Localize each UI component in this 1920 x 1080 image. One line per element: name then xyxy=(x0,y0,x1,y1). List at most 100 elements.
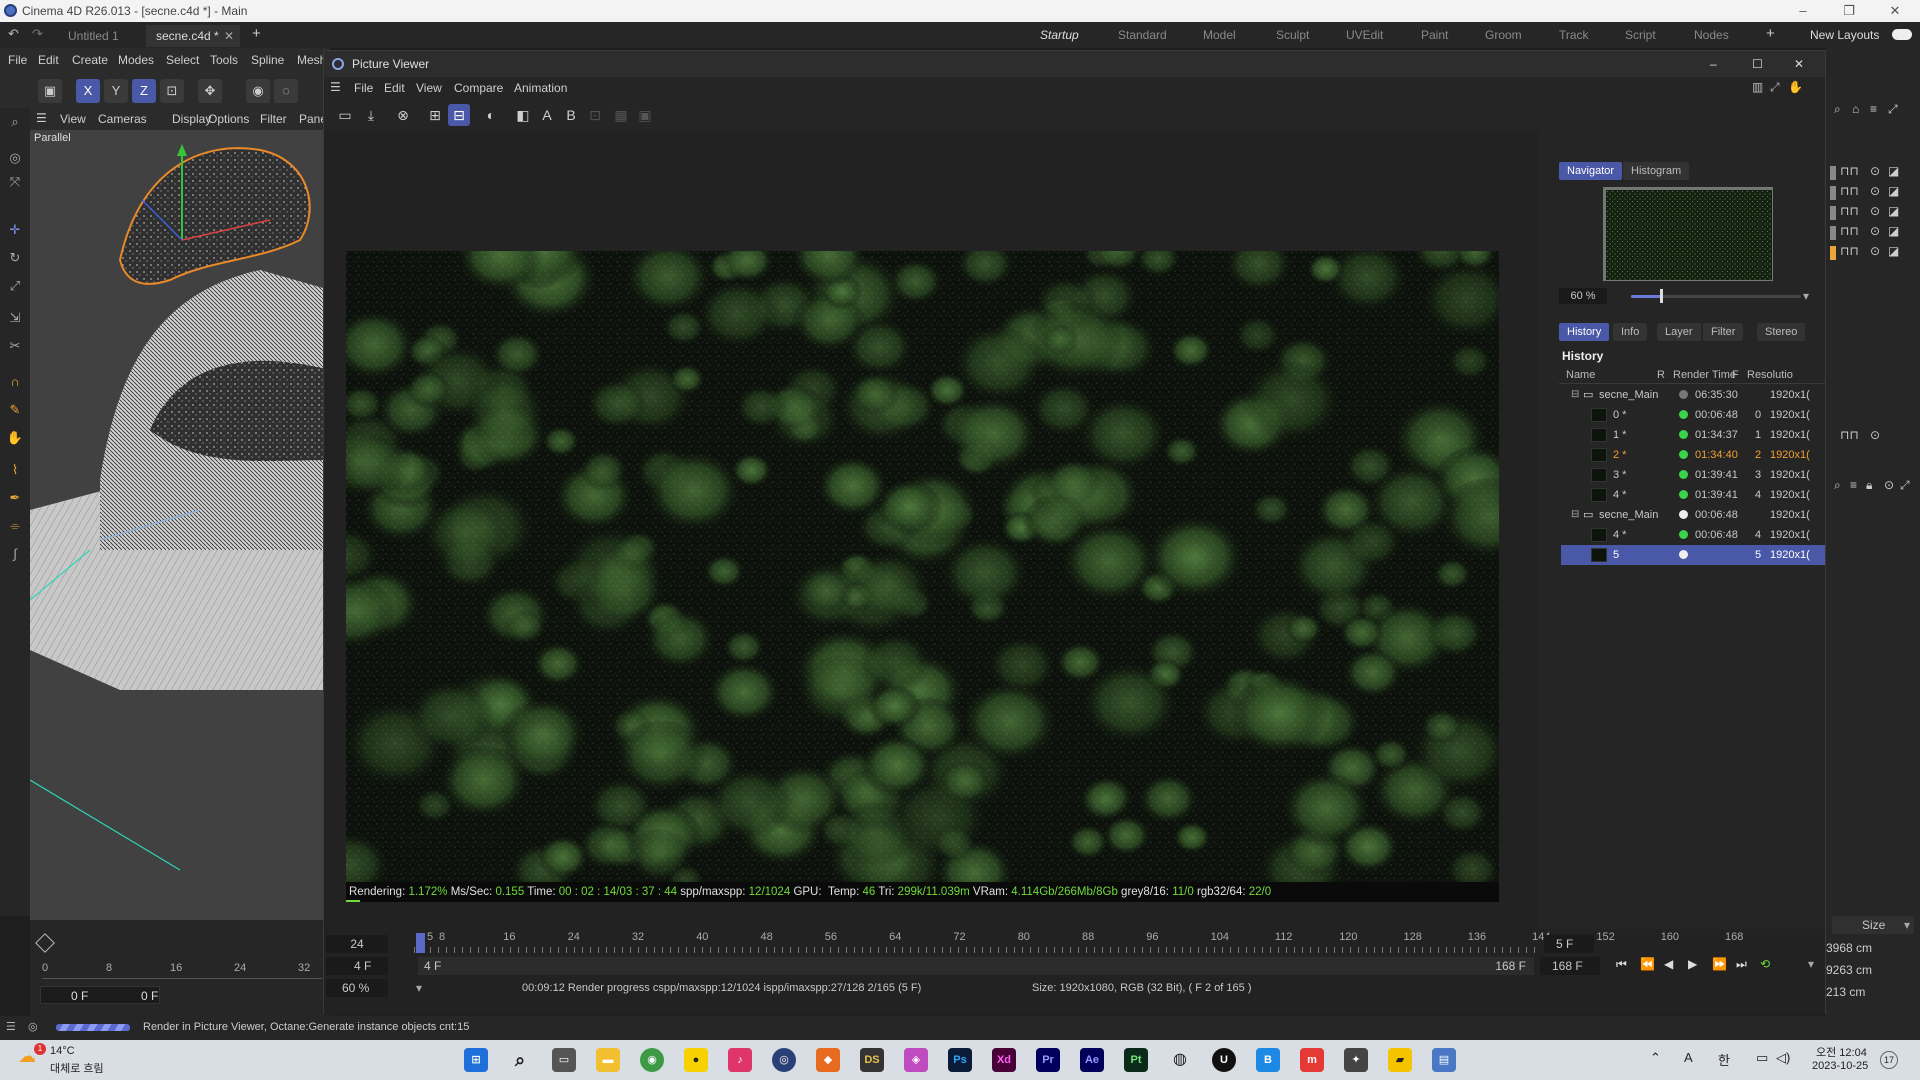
navigator-zoom-field[interactable]: 60 % xyxy=(1559,288,1607,304)
history-row[interactable]: 5 5 1920x1( xyxy=(1561,545,1825,565)
clock-date[interactable]: 2023-10-25 xyxy=(1812,1060,1868,1072)
contrast-icon[interactable]: ◐ xyxy=(480,104,502,126)
viewport-menu-display[interactable]: Display xyxy=(172,108,211,130)
selected-object-outline[interactable] xyxy=(118,147,311,285)
brush-icon[interactable]: ⌇ xyxy=(5,460,25,480)
history-row[interactable]: 2 * 01:34:40 2 1920x1( xyxy=(1561,445,1825,465)
itunes-icon[interactable]: ♪ xyxy=(728,1048,752,1072)
tab-navigator[interactable]: Navigator xyxy=(1559,162,1623,180)
menu-select[interactable]: Select xyxy=(166,48,199,72)
zoom-field[interactable]: 60 % xyxy=(326,979,388,997)
add-layout-icon[interactable]: + xyxy=(1766,25,1775,42)
viewport-menu-cameras[interactable]: Cameras xyxy=(98,108,147,130)
ime-mode-han[interactable]: 한 xyxy=(1718,1050,1730,1069)
coordinate-system-icon[interactable]: ⊡ xyxy=(160,79,184,103)
layout-tab-groom[interactable]: Groom xyxy=(1485,22,1522,48)
unreal-icon[interactable]: U xyxy=(1212,1048,1236,1072)
filter-icon-2[interactable]: ≡ xyxy=(1850,478,1857,492)
new-layouts-button[interactable]: New Layouts xyxy=(1810,22,1879,48)
tab-untitled[interactable]: Untitled 1 xyxy=(58,25,129,47)
y-axis-icon[interactable]: Y xyxy=(104,79,128,103)
layout-tab-track[interactable]: Track xyxy=(1559,22,1589,48)
app-icon[interactable]: ◈ xyxy=(904,1048,928,1072)
image-display-area[interactable]: Rendering: 1.172% Ms/Sec: 0.155 Time: 00… xyxy=(324,131,1539,971)
pv-maximize-icon[interactable]: ☐ xyxy=(1752,51,1763,77)
loop-icon[interactable]: ⟲ xyxy=(1760,957,1770,971)
sculpt-icon[interactable]: ✋ xyxy=(5,428,25,448)
volume-icon[interactable]: ◁) xyxy=(1776,1050,1790,1066)
zoom-dropdown-icon[interactable]: ▾ xyxy=(416,981,422,995)
rotate-icon[interactable]: ↻ xyxy=(5,248,25,268)
steam-icon[interactable]: ◍ xyxy=(1168,1048,1192,1072)
step-forward-icon[interactable]: ⏩ xyxy=(1712,957,1727,971)
visibility-icon[interactable]: ⊓⊓ xyxy=(1840,164,1859,178)
viewport-hamburger-icon[interactable]: ☰ xyxy=(36,111,47,125)
tab-layer[interactable]: Layer xyxy=(1657,323,1701,341)
close-tab-icon[interactable]: ✕ xyxy=(224,25,234,47)
smooth-icon[interactable]: ⌯ xyxy=(5,516,25,536)
move-icon[interactable]: ✛ xyxy=(5,220,25,240)
layout-tab-uvedit[interactable]: UVEdit xyxy=(1346,22,1383,48)
history-column-header[interactable]: F xyxy=(1732,369,1739,381)
render-tag-icon[interactable]: ⊙ xyxy=(1870,204,1880,218)
render-tag-icon[interactable]: ⊙ xyxy=(1870,428,1880,442)
size-y-value[interactable]: 9263 cm xyxy=(1826,963,1872,977)
render-tag-icon[interactable]: ⊙ xyxy=(1870,184,1880,198)
status-menu-icon[interactable]: ☰ xyxy=(6,1020,16,1033)
start-frame-field[interactable]: 4 F xyxy=(326,957,388,975)
history-row[interactable]: 3 * 01:39:41 3 1920x1( xyxy=(1561,465,1825,485)
clock-time[interactable]: 오전 12:04 xyxy=(1816,1044,1867,1060)
pv-menu-view[interactable]: View xyxy=(416,77,442,99)
pv-menu-compare[interactable]: Compare xyxy=(454,77,503,99)
menu-mesh[interactable]: Mesh xyxy=(297,48,326,72)
current-frame-field[interactable]: 0 F xyxy=(141,989,158,1003)
3d-viewport[interactable]: Parallel xyxy=(30,130,330,920)
flag-icon[interactable]: ◪ xyxy=(1888,184,1899,198)
viewport-menu-options[interactable]: Options xyxy=(208,108,249,130)
points-mode-icon[interactable]: ◌ xyxy=(274,79,298,103)
search-icon[interactable]: ⌕ xyxy=(1834,102,1841,117)
layout-tab-nodes[interactable]: Nodes xyxy=(1694,22,1729,48)
chrome-icon[interactable]: ◉ xyxy=(640,1048,664,1072)
paint-icon[interactable]: ✎ xyxy=(5,400,25,420)
viewport-menu-filter[interactable]: Filter xyxy=(260,108,287,130)
knife-icon[interactable]: ✂ xyxy=(5,336,25,356)
magnet-icon[interactable]: ∩ xyxy=(5,372,25,392)
new-window-icon[interactable]: ⤢ xyxy=(1888,102,1898,117)
app-b-icon[interactable]: B xyxy=(1256,1048,1280,1072)
timeline-ruler[interactable] xyxy=(414,947,1540,953)
kakaotalk-icon[interactable]: ● xyxy=(684,1048,708,1072)
tray-chevron-icon[interactable]: ⌃ xyxy=(1650,1050,1661,1066)
filter-icon[interactable]: ≡ xyxy=(1870,102,1877,116)
history-row[interactable]: 4 * 00:06:48 4 1920x1( xyxy=(1561,525,1825,545)
file-explorer-icon[interactable]: ▬ xyxy=(596,1048,620,1072)
layout-toggle[interactable] xyxy=(1892,29,1912,40)
photoshop-icon[interactable]: Ps xyxy=(948,1048,972,1072)
layout-tab-paint[interactable]: Paint xyxy=(1421,22,1448,48)
visibility-icon[interactable]: ⊓⊓ xyxy=(1840,244,1859,258)
notification-badge[interactable]: 17 xyxy=(1880,1051,1898,1069)
expand-icon[interactable]: ⤢ xyxy=(1770,80,1780,95)
search-icon-2[interactable]: ⌕ xyxy=(1834,478,1841,493)
object-mode-icon[interactable]: ▣ xyxy=(38,79,62,103)
xd-icon[interactable]: Xd xyxy=(992,1048,1016,1072)
history-column-header[interactable]: Name xyxy=(1566,369,1595,381)
size-x-value[interactable]: 3968 cm xyxy=(1826,941,1872,955)
extrude-icon[interactable]: ⇲ xyxy=(5,308,25,328)
render-tag-icon[interactable]: ⊙ xyxy=(1870,164,1880,178)
undo-icon[interactable]: ↶ xyxy=(8,26,19,42)
premiere-icon[interactable]: Pr xyxy=(1036,1048,1060,1072)
frame-range-bar[interactable]: 4 F 168 F xyxy=(418,957,1534,975)
start-frame-field[interactable]: 0 F xyxy=(71,989,88,1003)
history-column-header[interactable]: Resolutio xyxy=(1747,369,1793,381)
select-tool-icon[interactable]: ◎ xyxy=(5,148,25,168)
keyframe-icon[interactable] xyxy=(35,933,55,953)
pv-menu-edit[interactable]: Edit xyxy=(384,77,405,99)
after-effects-icon[interactable]: Ae xyxy=(1080,1048,1104,1072)
pv-menu-animation[interactable]: Animation xyxy=(514,77,567,99)
stop-render-icon[interactable]: ⊗ xyxy=(392,104,414,126)
hair-icon[interactable]: ∫ xyxy=(5,544,25,564)
visibility-icon[interactable]: ⊓⊓ xyxy=(1840,184,1859,198)
history-column-header[interactable]: R xyxy=(1657,369,1665,381)
size-dropdown[interactable]: Size ▾ xyxy=(1832,916,1914,934)
